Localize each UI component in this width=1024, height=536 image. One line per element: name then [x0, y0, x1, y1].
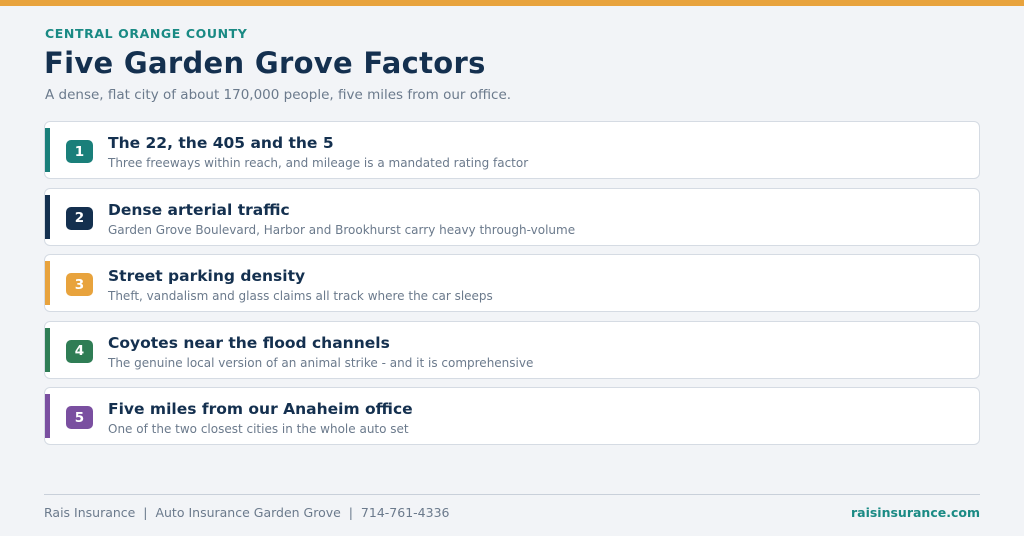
factor-card-5: 5 Five miles from our Anaheim office One… — [44, 387, 980, 445]
top-accent-bar — [0, 0, 1024, 6]
factor-description: One of the two closest cities in the who… — [108, 422, 409, 436]
factor-card-3: 3 Street parking density Theft, vandalis… — [44, 254, 980, 312]
factor-title: Coyotes near the flood channels — [108, 333, 390, 352]
factor-list: 1 The 22, the 405 and the 5 Three freewa… — [44, 121, 980, 454]
factor-description: Three freeways within reach, and mileage… — [108, 156, 529, 170]
factor-title: Dense arterial traffic — [108, 200, 290, 219]
page-title: Five Garden Grove Factors — [44, 46, 486, 80]
factor-number-badge: 2 — [66, 206, 93, 230]
footer-divider — [44, 494, 980, 495]
factor-number-badge: 4 — [66, 339, 93, 363]
factor-title: Five miles from our Anaheim office — [108, 400, 413, 418]
page-subtitle: A dense, flat city of about 170,000 peop… — [45, 87, 512, 103]
factor-card-1: 1 The 22, the 405 and the 5 Three freewa… — [44, 121, 980, 179]
factor-description: Theft, vandalism and glass claims all tr… — [108, 289, 493, 303]
factor-number-badge: 3 — [66, 273, 93, 296]
factor-number-badge: 5 — [66, 406, 93, 429]
factor-card-4: 4 Coyotes near the flood channels The ge… — [44, 320, 980, 379]
factor-title: The 22, the 405 and the 5 — [108, 134, 334, 152]
factor-description: Garden Grove Boulevard, Harbor and Brook… — [108, 222, 576, 237]
factor-stripe — [45, 327, 50, 372]
factor-stripe — [45, 194, 50, 239]
factor-title: Street parking density — [108, 267, 306, 285]
factor-card-2: 2 Dense arterial traffic Garden Grove Bo… — [44, 187, 980, 246]
factor-stripe — [45, 261, 50, 305]
eyebrow-label: CENTRAL ORANGE COUNTY — [45, 26, 248, 41]
factor-number-badge: 1 — [66, 140, 93, 163]
factor-description: The genuine local version of an animal s… — [108, 355, 534, 370]
footer-contact-info: Rais Insurance | Auto Insurance Garden G… — [44, 505, 450, 520]
footer-website-link[interactable]: raisinsurance.com — [851, 505, 980, 520]
factor-stripe — [45, 128, 50, 172]
factor-stripe — [45, 394, 50, 438]
